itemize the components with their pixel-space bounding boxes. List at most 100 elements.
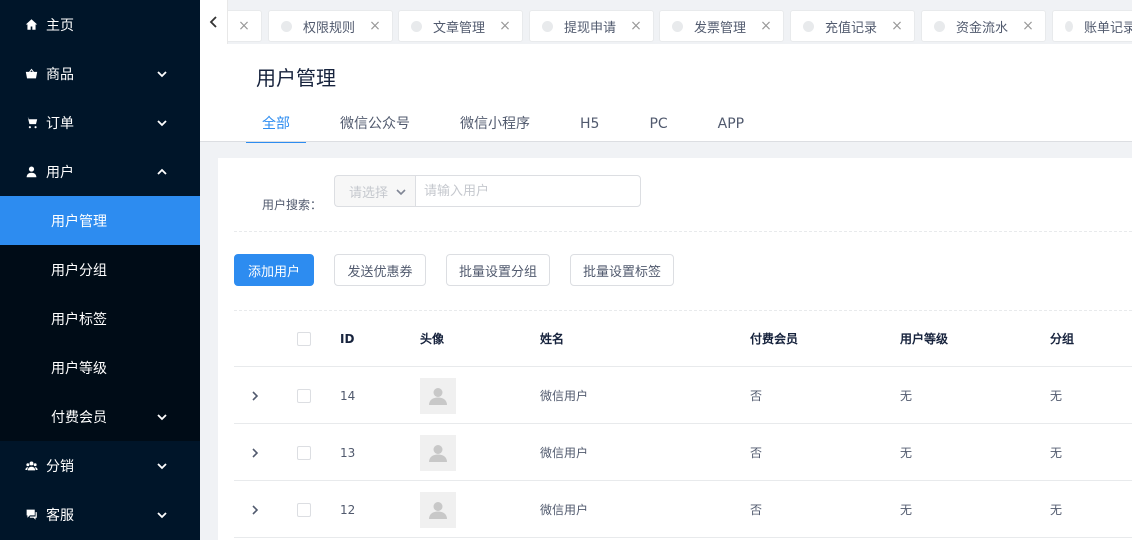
chevron-down-icon [156,509,168,521]
select-placeholder: 请选择 [349,185,389,201]
tab-bill-record[interactable]: 账单记录 [1052,10,1132,42]
tab-label: 发票管理 [694,20,747,36]
cell-paid-member: 否 [750,446,763,460]
search-input[interactable] [415,175,641,207]
table-row: 12 微信用户 否 无 无 [234,481,1132,538]
cart-icon [24,116,38,130]
tab-label: 充值记录 [825,20,878,36]
status-dot [411,20,422,32]
tab-all[interactable]: 全部 [246,106,306,143]
select-all-checkbox[interactable] [297,310,311,367]
sidebar-item-label: 订单 [46,115,74,132]
sidebar-item-label: 客服 [46,507,74,524]
table-row: 13 微信用户 否 无 无 [234,424,1132,481]
main-content: 用户管理 全部 微信公众号 微信小程序 H5 PC APP 用户搜索： 请选择 … [200,44,1132,540]
user-list-card: 用户搜索： 请选择 添加用户 发送优惠券 批量设置分组 批量设置标签 ID 头像… [218,158,1132,540]
sidebar-item-products[interactable]: 商品 [0,49,200,98]
search-type-select[interactable]: 请选择 [334,175,416,207]
column-header-user-level: 用户等级 [900,332,949,346]
cell-id: 14 [340,388,356,403]
search-label: 用户搜索： [262,198,323,212]
status-dot [281,20,292,32]
open-tabs-bar: × 权限规则 × 文章管理 × 提现申请 × 发票管理 × 充值记录 × 资金流… [200,0,1132,44]
cell-group: 无 [1050,446,1063,460]
expand-row-button[interactable] [250,424,260,481]
batch-set-tag-button[interactable]: 批量设置标签 [570,254,674,286]
batch-set-group-button[interactable]: 批量设置分组 [446,254,550,286]
sidebar-item-distribution[interactable]: 分销 [0,441,200,490]
sidebar-item-orders[interactable]: 订单 [0,98,200,147]
column-header-avatar: 头像 [420,332,445,346]
tab-permission-rules[interactable]: 权限规则 × [268,10,393,42]
sidebar-subitem-user-manage[interactable]: 用户管理 [0,196,200,245]
tab-fund-flow[interactable]: 资金流水 × [921,10,1046,42]
close-icon[interactable]: × [890,19,904,33]
sidebar-subitem-user-tag[interactable]: 用户标签 [0,294,200,343]
sidebar-subitem-paid-member[interactable]: 付费会员 [0,392,200,441]
sidebar-item-users[interactable]: 用户 [0,147,200,196]
sidebar: 主页 商品 订单 用户 用户管理 用户分组 用户标签 用户等级 付费会员 分销 … [0,0,200,540]
tab-label: 资金流水 [956,20,1009,36]
close-icon[interactable]: × [759,19,773,33]
sidebar-item-customer-service[interactable]: 客服 [0,490,200,539]
sidebar-item-label: 用户 [46,164,74,181]
column-header-paid-member: 付费会员 [750,332,799,346]
expand-row-button[interactable] [250,367,260,424]
chevron-left-icon [209,16,217,28]
column-header-group: 分组 [1050,332,1075,346]
close-icon[interactable]: × [1021,19,1035,33]
avatar [420,481,456,538]
tab-recharge-record[interactable]: 充值记录 × [790,10,915,42]
tab-wechat-official[interactable]: 微信公众号 [324,106,426,142]
tab-label: 权限规则 [303,20,356,36]
chevron-down-icon [156,117,168,129]
divider [200,141,1132,142]
row-checkbox[interactable] [297,481,311,538]
close-icon[interactable]: × [629,19,643,33]
tab-withdraw-apply[interactable]: 提现申请 × [529,10,654,42]
cell-name: 微信用户 [540,446,589,460]
basket-icon [24,67,38,81]
row-checkbox[interactable] [297,424,311,481]
tab-pc[interactable]: PC [633,106,683,142]
tab-label: 文章管理 [433,20,486,36]
sidebar-subitem-label: 用户等级 [51,360,107,377]
tab-previous-partial[interactable]: × [228,10,262,42]
tab-h5[interactable]: H5 [564,106,615,142]
tab-label: 账单记录 [1083,20,1132,36]
status-dot [803,20,814,32]
cell-id: 12 [340,502,356,517]
sidebar-subitem-user-group[interactable]: 用户分组 [0,245,200,294]
sidebar-subitem-label: 用户管理 [51,213,107,230]
column-header-name: 姓名 [540,332,565,346]
sidebar-item-label: 商品 [46,66,74,83]
expand-row-button[interactable] [250,481,260,538]
add-user-button[interactable]: 添加用户 [234,254,314,286]
cell-name: 微信用户 [540,389,589,403]
tab-label: 提现申请 [564,20,617,36]
sidebar-item-home[interactable]: 主页 [0,0,200,49]
chevron-down-icon [156,411,168,423]
sidebar-subitem-user-level[interactable]: 用户等级 [0,343,200,392]
tab-article-manage[interactable]: 文章管理 × [398,10,523,42]
send-coupon-button[interactable]: 发送优惠券 [334,254,426,286]
row-checkbox[interactable] [297,367,311,424]
tab-invoice-manage[interactable]: 发票管理 × [659,10,784,42]
sidebar-item-label: 主页 [46,17,74,34]
tab-wechat-miniprogram[interactable]: 微信小程序 [444,106,546,142]
avatar [420,367,456,424]
cell-group: 无 [1050,389,1063,403]
close-icon[interactable]: × [368,19,382,33]
close-icon[interactable]: × [498,19,512,33]
tabs-scroll-left-button[interactable] [200,0,228,44]
status-dot [1065,20,1073,32]
cell-group: 无 [1050,503,1063,517]
sidebar-item-label: 分销 [46,458,74,475]
column-header-id: ID [340,331,355,346]
cell-paid-member: 否 [750,389,763,403]
tab-app[interactable]: APP [702,106,760,142]
chevron-up-icon [156,166,168,178]
page-title: 用户管理 [256,66,336,90]
chevron-right-icon [252,390,259,401]
close-icon[interactable]: × [237,19,251,33]
